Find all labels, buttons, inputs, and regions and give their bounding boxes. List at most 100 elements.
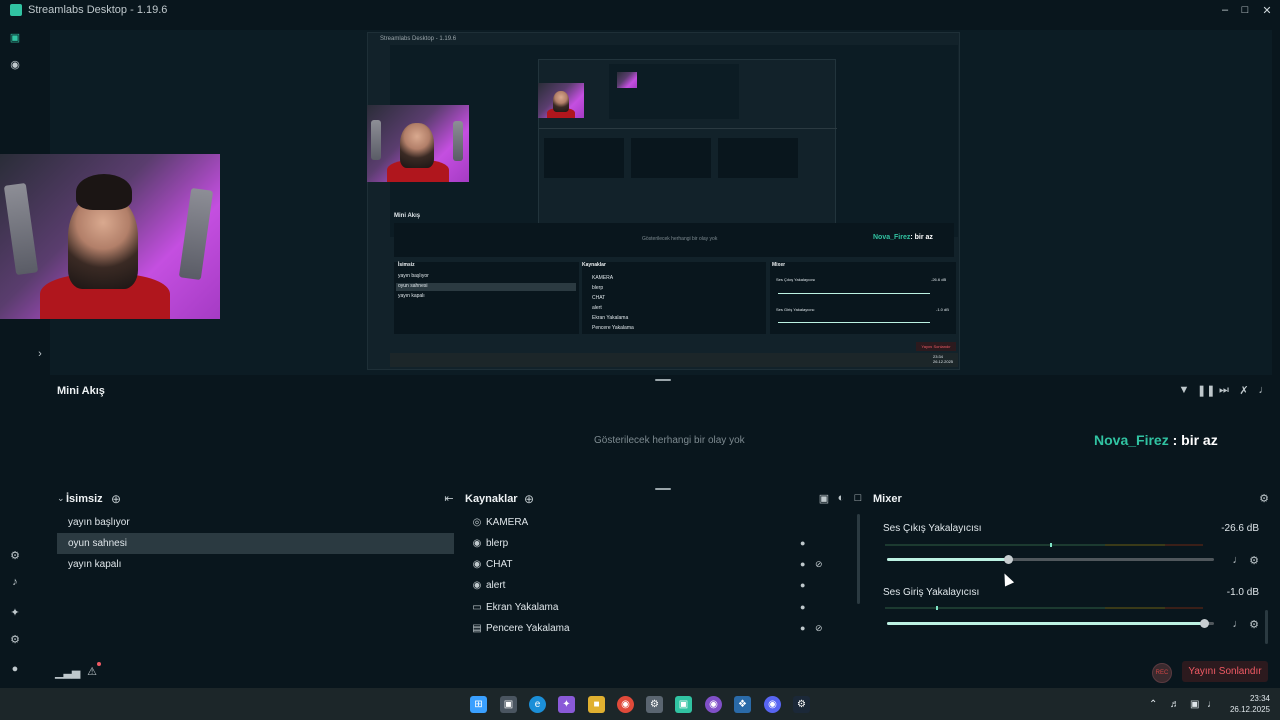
source-item[interactable]: ◉ blerp ● — [465, 533, 855, 554]
source-item[interactable]: ◎ KAMERA — [465, 512, 855, 533]
webcam-source-nested-2 — [538, 83, 584, 118]
performance-stats-icon[interactable]: ▁▃▅ — [55, 666, 80, 679]
mixer-settings-icon[interactable]: ⚙ — [1257, 492, 1271, 505]
nested-scene-3: yayın kapalı — [398, 293, 425, 299]
nested-sources-list: KAMERA blerp CHAT alert Ekran Yakalama P… — [592, 275, 634, 331]
scene-transitions-icon[interactable]: ⇤ — [442, 492, 456, 505]
webcam-icon: ◎ — [472, 517, 482, 528]
mixer-scrollbar[interactable] — [1265, 610, 1268, 644]
taskbar-date: 26.12.2025 — [1229, 705, 1270, 714]
close-button[interactable]: ✕ — [1256, 0, 1278, 20]
volume-slider[interactable] — [887, 619, 1214, 628]
add-folder-icon[interactable]: □ — [851, 492, 865, 504]
resize-handle-top[interactable] — [655, 379, 671, 381]
lock-icon[interactable]: ● — [800, 554, 805, 575]
speaker-icon[interactable]: ♩ — [1207, 699, 1217, 710]
profile-icon[interactable]: ● — [8, 662, 22, 676]
theme-icon[interactable]: ◉ — [8, 57, 22, 71]
end-stream-button[interactable]: Yayını Sonlandır — [1182, 661, 1268, 682]
mixer-channel-db: -1.0 dB — [1226, 587, 1259, 598]
eye-hidden-icon[interactable]: ⊘ — [815, 554, 823, 575]
selective-recording-icon[interactable]: ▣ — [817, 492, 831, 505]
streamlabs-taskbar-icon[interactable]: ▣ — [675, 696, 692, 713]
settings-app-icon[interactable]: ⚙ — [646, 696, 663, 713]
taskbar-clock[interactable]: 23:34 26.12.2025 — [1224, 693, 1270, 715]
scene-item[interactable]: yayın kapalı — [57, 554, 454, 575]
globe-icon: ◉ — [472, 538, 482, 549]
volume-icon[interactable]: ♩ — [1257, 384, 1271, 396]
channel-settings-icon[interactable]: ⚙ — [1247, 618, 1261, 631]
mute-icon[interactable]: ♩ — [1231, 554, 1245, 566]
lock-icon[interactable]: ● — [800, 618, 805, 639]
monitor-icon: ▭ — [472, 602, 482, 613]
minimize-button[interactable]: – — [1214, 0, 1236, 20]
scene-item[interactable]: yayın başlıyor — [57, 512, 454, 533]
app-icon[interactable]: ❖ — [734, 696, 751, 713]
skip-icon[interactable]: ⏭ — [1217, 384, 1231, 397]
pause-icon[interactable]: ❚❚ — [1197, 384, 1215, 397]
collapse-chevron-icon[interactable]: ⌄ — [57, 493, 65, 504]
lock-icon[interactable]: ● — [800, 533, 805, 554]
tray-overflow-icon[interactable]: ⌃ — [1149, 699, 1157, 710]
mixer-channel-db: -26.6 dB — [1221, 523, 1259, 534]
source-item[interactable]: ◉ CHAT ● ⊘ — [465, 554, 855, 575]
chrome-icon[interactable]: ◉ — [617, 696, 634, 713]
windows-taskbar — [0, 688, 1280, 720]
nested-scene-2: oyun sahnesi — [398, 283, 428, 289]
sources-header: Kaynaklar — [465, 493, 518, 505]
source-item[interactable]: ▤ Pencere Yakalama ● ⊘ — [465, 618, 855, 639]
mute-icon[interactable]: ♩ — [1231, 618, 1245, 630]
nested-scenes-header: İsimsiz — [398, 262, 415, 268]
record-button[interactable]: REC — [1152, 663, 1172, 683]
editor-icon[interactable]: ▣ — [8, 30, 22, 44]
nested-clock: 23:34 26.12.2025 — [933, 354, 954, 364]
expand-chevron-icon[interactable]: › — [33, 347, 47, 361]
copilot-icon[interactable]: ✦ — [558, 696, 575, 713]
studio-mode-icon[interactable]: ⚙ — [8, 548, 22, 562]
webcam-source-nested — [367, 105, 469, 182]
taskbar-time: 23:34 — [1249, 694, 1270, 703]
maximize-button[interactable]: □ — [1234, 0, 1256, 20]
file-explorer-icon[interactable]: ■ — [588, 696, 605, 713]
webcam-source-main[interactable] — [0, 154, 220, 319]
mute-alerts-icon[interactable]: ✗ — [1237, 384, 1251, 397]
add-scene-icon[interactable]: ⊕ — [109, 492, 123, 506]
toggle-all-icon[interactable]: ◐ — [834, 492, 848, 504]
nested-mixer-label-1: Ses Çıkış Yakalayıcısı — [776, 277, 816, 282]
network-icon[interactable]: ▣ — [1190, 699, 1199, 710]
eye-hidden-icon[interactable]: ⊘ — [815, 618, 823, 639]
audio-meter-peak — [935, 606, 938, 610]
scene-item-active[interactable]: oyun sahnesi — [57, 533, 454, 554]
nested-mixer-db-1: -26.6 dB — [931, 277, 947, 282]
chat-message: : bir az — [1168, 432, 1218, 448]
add-source-icon[interactable]: ⊕ — [522, 492, 536, 506]
nested-editor — [390, 45, 958, 237]
nested-chat-user: Nova_Firez — [873, 234, 911, 241]
sources-scrollbar[interactable] — [857, 514, 860, 604]
lock-icon[interactable]: ● — [800, 575, 805, 596]
highlights-icon[interactable]: ✦ — [8, 605, 22, 619]
task-view-icon[interactable]: ▣ — [500, 696, 517, 713]
steam-icon[interactable]: ⚙ — [793, 696, 810, 713]
source-item[interactable]: ◉ alert ● — [465, 575, 855, 596]
lock-icon[interactable]: ● — [800, 597, 805, 618]
microphone-icon[interactable]: ♬ — [1170, 699, 1180, 710]
start-icon[interactable]: ⊞ — [470, 696, 487, 713]
event-feed-empty-message: Gösterilecek herhangi bir olay yok — [594, 435, 745, 446]
edge-icon[interactable]: e — [529, 696, 546, 713]
source-item[interactable]: ▭ Ekran Yakalama ● — [465, 597, 855, 618]
app-icon[interactable]: ◉ — [705, 696, 722, 713]
notifications-icon[interactable]: ⚠ — [85, 665, 99, 678]
resize-handle-bottom[interactable] — [655, 488, 671, 490]
settings-icon[interactable]: ⚙ — [8, 632, 22, 646]
layout-icon[interactable]: ♪ — [8, 575, 22, 589]
discord-icon[interactable]: ◉ — [764, 696, 781, 713]
webcam-source-nested-3 — [617, 72, 637, 88]
channel-settings-icon[interactable]: ⚙ — [1247, 554, 1261, 567]
globe-icon: ◉ — [472, 559, 482, 570]
nested-end-stream: Yayını Sonlandır — [916, 342, 956, 351]
scenes-header[interactable]: İsimsiz — [66, 493, 103, 505]
mixer-header: Mixer — [873, 493, 902, 505]
filter-icon[interactable]: ▼ — [1177, 384, 1191, 396]
volume-slider[interactable] — [887, 555, 1214, 564]
